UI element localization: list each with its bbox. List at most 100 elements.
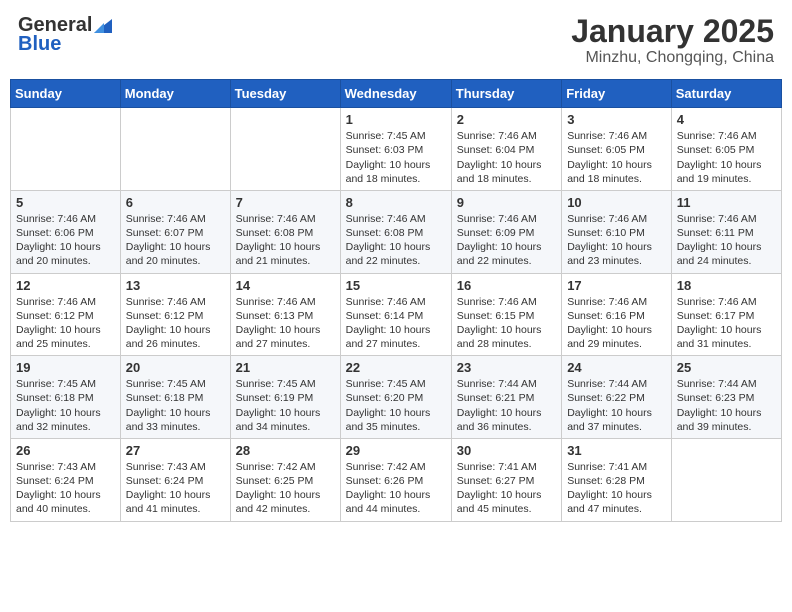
- header: General Blue January 2025 Minzhu, Chongq…: [10, 10, 782, 71]
- cell-date-number: 10: [567, 195, 666, 210]
- calendar-header-row: Sunday Monday Tuesday Wednesday Thursday…: [11, 80, 782, 108]
- calendar-week-5: 26Sunrise: 7:43 AM Sunset: 6:24 PM Dayli…: [11, 438, 782, 521]
- col-sunday: Sunday: [11, 80, 121, 108]
- calendar-cell: 9 Sunrise: 7:46 AM Sunset: 6:09 PM Daylig…: [451, 190, 561, 273]
- cell-info-text: Sunrise: 7:46 AM Sunset: 6:10 PM Dayligh…: [567, 212, 666, 269]
- cell-date-number: 13: [126, 278, 225, 293]
- col-saturday: Saturday: [671, 80, 781, 108]
- calendar-cell: 2 Sunrise: 7:46 AM Sunset: 6:04 PM Daylig…: [451, 108, 561, 191]
- calendar-cell: 7Sunrise: 7:46 AM Sunset: 6:08 PM Daylig…: [230, 190, 340, 273]
- calendar-cell: 19 Sunrise: 7:45 AM Sunset: 6:18 PM Dayli…: [11, 356, 121, 439]
- col-friday: Friday: [562, 80, 672, 108]
- calendar-cell: 1 Sunrise: 7:45 AM Sunset: 6:03 PM Daylig…: [340, 108, 451, 191]
- cell-date-number: 22: [346, 360, 446, 375]
- cell-info-text: Sunrise: 7:45 AM Sunset: 6:19 PM Dayligh…: [236, 377, 335, 434]
- page-subtitle: Minzhu, Chongqing, China: [571, 49, 774, 67]
- cell-info-text: Sunrise: 7:46 AM Sunset: 6:14 PM Dayligh…: [346, 295, 446, 352]
- calendar-cell: 25 Sunrise: 7:44 AM Sunset: 6:23 PM Dayli…: [671, 356, 781, 439]
- cell-date-number: 6: [126, 195, 225, 210]
- cell-info-text: Sunrise: 7:46 AM Sunset: 6:08 PM Dayligh…: [346, 212, 446, 269]
- cell-info-text: Sunrise: 7:46 AM Sunset: 6:05 PM Dayligh…: [677, 129, 776, 186]
- cell-info-text: Sunrise: 7:42 AM Sunset: 6:25 PM Dayligh…: [236, 460, 335, 517]
- cell-info-text: Sunrise: 7:45 AM Sunset: 6:18 PM Dayligh…: [16, 377, 115, 434]
- cell-info-text: Sunrise: 7:46 AM Sunset: 6:07 PM Dayligh…: [126, 212, 225, 269]
- calendar-cell: 24 Sunrise: 7:44 AM Sunset: 6:22 PM Dayli…: [562, 356, 672, 439]
- cell-date-number: 20: [126, 360, 225, 375]
- cell-info-text: Sunrise: 7:46 AM Sunset: 6:17 PM Dayligh…: [677, 295, 776, 352]
- cell-info-text: Sunrise: 7:43 AM Sunset: 6:24 PM Dayligh…: [126, 460, 225, 517]
- cell-info-text: Sunrise: 7:44 AM Sunset: 6:22 PM Dayligh…: [567, 377, 666, 434]
- cell-info-text: Sunrise: 7:46 AM Sunset: 6:04 PM Dayligh…: [457, 129, 556, 186]
- cell-date-number: 25: [677, 360, 776, 375]
- calendar-cell: 26Sunrise: 7:43 AM Sunset: 6:24 PM Dayli…: [11, 438, 121, 521]
- cell-date-number: 1: [346, 112, 446, 127]
- cell-info-text: Sunrise: 7:46 AM Sunset: 6:12 PM Dayligh…: [16, 295, 115, 352]
- cell-date-number: 24: [567, 360, 666, 375]
- calendar-cell: 13 Sunrise: 7:46 AM Sunset: 6:12 PM Dayli…: [120, 273, 230, 356]
- calendar-cell: 27 Sunrise: 7:43 AM Sunset: 6:24 PM Dayli…: [120, 438, 230, 521]
- cell-info-text: Sunrise: 7:46 AM Sunset: 6:16 PM Dayligh…: [567, 295, 666, 352]
- cell-date-number: 14: [236, 278, 335, 293]
- calendar-cell: [671, 438, 781, 521]
- cell-info-text: Sunrise: 7:42 AM Sunset: 6:26 PM Dayligh…: [346, 460, 446, 517]
- cell-date-number: 4: [677, 112, 776, 127]
- cell-info-text: Sunrise: 7:41 AM Sunset: 6:27 PM Dayligh…: [457, 460, 556, 517]
- col-thursday: Thursday: [451, 80, 561, 108]
- calendar-cell: 28 Sunrise: 7:42 AM Sunset: 6:25 PM Dayli…: [230, 438, 340, 521]
- cell-info-text: Sunrise: 7:44 AM Sunset: 6:21 PM Dayligh…: [457, 377, 556, 434]
- calendar-week-4: 19 Sunrise: 7:45 AM Sunset: 6:18 PM Dayli…: [11, 356, 782, 439]
- calendar-cell: 14Sunrise: 7:46 AM Sunset: 6:13 PM Dayli…: [230, 273, 340, 356]
- cell-info-text: Sunrise: 7:41 AM Sunset: 6:28 PM Dayligh…: [567, 460, 666, 517]
- cell-info-text: Sunrise: 7:44 AM Sunset: 6:23 PM Dayligh…: [677, 377, 776, 434]
- calendar-cell: [11, 108, 121, 191]
- cell-date-number: 7: [236, 195, 335, 210]
- calendar-cell: 6 Sunrise: 7:46 AM Sunset: 6:07 PM Daylig…: [120, 190, 230, 273]
- page-title: January 2025: [571, 14, 774, 49]
- calendar-cell: [120, 108, 230, 191]
- cell-date-number: 19: [16, 360, 115, 375]
- calendar-cell: 3Sunrise: 7:46 AM Sunset: 6:05 PM Daylig…: [562, 108, 672, 191]
- col-monday: Monday: [120, 80, 230, 108]
- cell-info-text: Sunrise: 7:45 AM Sunset: 6:20 PM Dayligh…: [346, 377, 446, 434]
- cell-info-text: Sunrise: 7:45 AM Sunset: 6:03 PM Dayligh…: [346, 129, 446, 186]
- calendar-cell: 18 Sunrise: 7:46 AM Sunset: 6:17 PM Dayli…: [671, 273, 781, 356]
- cell-info-text: Sunrise: 7:43 AM Sunset: 6:24 PM Dayligh…: [16, 460, 115, 517]
- cell-date-number: 28: [236, 443, 335, 458]
- cell-date-number: 12: [16, 278, 115, 293]
- calendar-cell: 8 Sunrise: 7:46 AM Sunset: 6:08 PM Daylig…: [340, 190, 451, 273]
- calendar-cell: [230, 108, 340, 191]
- cell-date-number: 31: [567, 443, 666, 458]
- calendar-week-3: 12 Sunrise: 7:46 AM Sunset: 6:12 PM Dayli…: [11, 273, 782, 356]
- cell-date-number: 3: [567, 112, 666, 127]
- cell-date-number: 16: [457, 278, 556, 293]
- cell-date-number: 29: [346, 443, 446, 458]
- cell-date-number: 18: [677, 278, 776, 293]
- calendar-week-1: 1 Sunrise: 7:45 AM Sunset: 6:03 PM Daylig…: [11, 108, 782, 191]
- cell-date-number: 2: [457, 112, 556, 127]
- cell-info-text: Sunrise: 7:46 AM Sunset: 6:12 PM Dayligh…: [126, 295, 225, 352]
- logo-icon: [94, 19, 112, 33]
- cell-date-number: 17: [567, 278, 666, 293]
- calendar-cell: 31 Sunrise: 7:41 AM Sunset: 6:28 PM Dayli…: [562, 438, 672, 521]
- cell-info-text: Sunrise: 7:45 AM Sunset: 6:18 PM Dayligh…: [126, 377, 225, 434]
- calendar-cell: 10 Sunrise: 7:46 AM Sunset: 6:10 PM Dayli…: [562, 190, 672, 273]
- cell-date-number: 9: [457, 195, 556, 210]
- calendar-week-2: 5Sunrise: 7:46 AM Sunset: 6:06 PM Daylig…: [11, 190, 782, 273]
- calendar-cell: 4 Sunrise: 7:46 AM Sunset: 6:05 PM Daylig…: [671, 108, 781, 191]
- cell-info-text: Sunrise: 7:46 AM Sunset: 6:09 PM Dayligh…: [457, 212, 556, 269]
- col-tuesday: Tuesday: [230, 80, 340, 108]
- calendar-cell: 23Sunrise: 7:44 AM Sunset: 6:21 PM Dayli…: [451, 356, 561, 439]
- calendar-cell: 11Sunrise: 7:46 AM Sunset: 6:11 PM Dayli…: [671, 190, 781, 273]
- col-wednesday: Wednesday: [340, 80, 451, 108]
- calendar-cell: 5Sunrise: 7:46 AM Sunset: 6:06 PM Daylig…: [11, 190, 121, 273]
- cell-date-number: 15: [346, 278, 446, 293]
- cell-date-number: 11: [677, 195, 776, 210]
- calendar-cell: 12 Sunrise: 7:46 AM Sunset: 6:12 PM Dayli…: [11, 273, 121, 356]
- cell-date-number: 27: [126, 443, 225, 458]
- cell-date-number: 21: [236, 360, 335, 375]
- cell-date-number: 8: [346, 195, 446, 210]
- calendar-cell: 15 Sunrise: 7:46 AM Sunset: 6:14 PM Dayli…: [340, 273, 451, 356]
- cell-info-text: Sunrise: 7:46 AM Sunset: 6:15 PM Dayligh…: [457, 295, 556, 352]
- logo-blue: Blue: [18, 33, 61, 56]
- calendar-cell: 30Sunrise: 7:41 AM Sunset: 6:27 PM Dayli…: [451, 438, 561, 521]
